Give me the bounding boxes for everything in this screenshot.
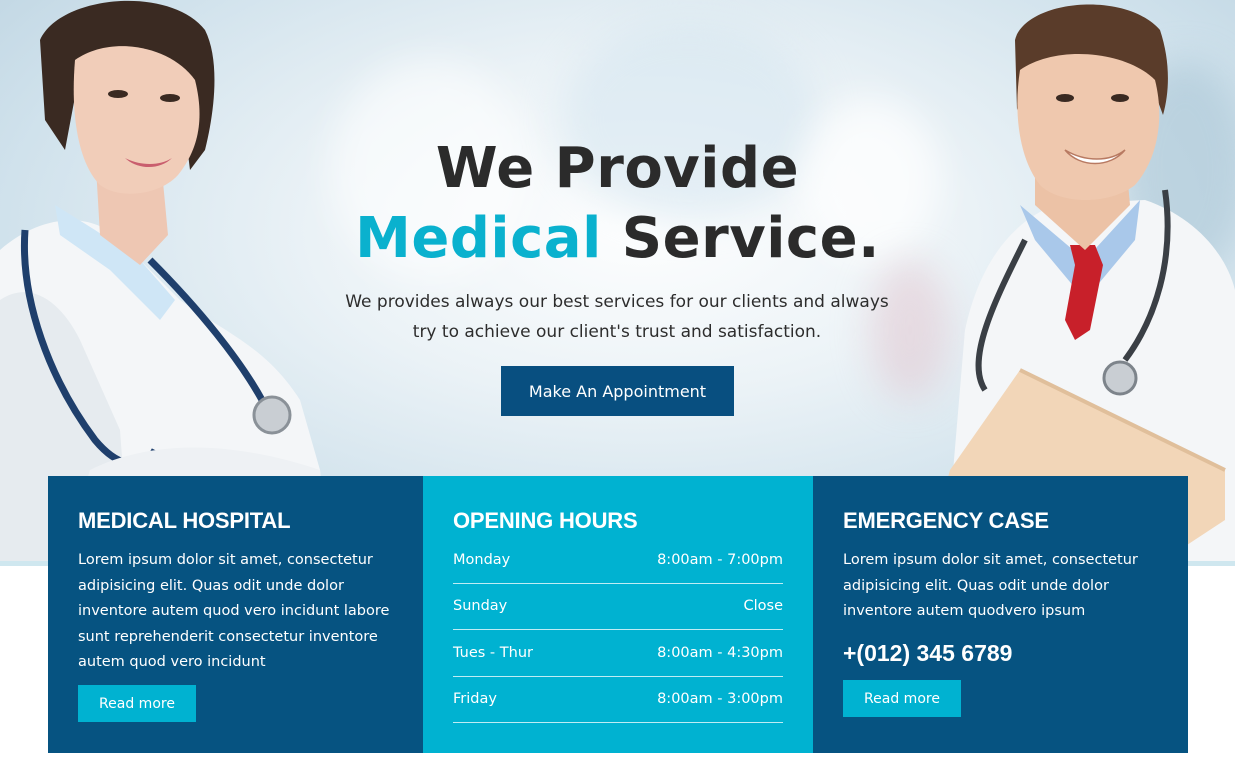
hours-row: Tues - Thur 8:00am - 4:30pm (453, 630, 783, 677)
panel-opening-hours: OPENING HOURS Monday 8:00am - 7:00pm Sun… (423, 476, 813, 753)
panel-text: Lorem ipsum dolor sit amet, consectetur … (78, 552, 390, 670)
panel-title: EMERGENCY CASE (843, 508, 1049, 533)
hours-time: 8:00am - 7:00pm (657, 551, 783, 568)
hours-time: 8:00am - 4:30pm (657, 644, 783, 661)
hero-title-accent: Medical (355, 206, 602, 271)
make-appointment-button[interactable]: Make An Appointment (501, 366, 734, 416)
hero-lead-line2: try to achieve our client's trust and sa… (412, 322, 822, 342)
panel-title: OPENING HOURS (453, 508, 638, 533)
hours-row: Friday 8:00am - 3:00pm (453, 677, 783, 723)
hours-time: Close (743, 598, 784, 615)
hero-lead-line1: We provides always our best services for… (345, 292, 889, 312)
hero-title-line2: Medical Service. (0, 207, 1235, 271)
panel-medical-hospital: MEDICAL HOSPITAL Lorem ipsum dolor sit a… (48, 476, 423, 753)
hero-title-line1: We Provide (0, 137, 1235, 201)
hero-title-rest: Service. (601, 206, 880, 271)
hours-row: Sunday Close (453, 584, 784, 630)
hours-day: Monday (453, 551, 511, 568)
emergency-phone[interactable]: +(012) 345 6789 (843, 640, 1012, 667)
hours-time: 8:00am - 3:00pm (657, 691, 783, 708)
hero-lead: We provides always our best services for… (317, 287, 917, 347)
hours-day: Sunday (453, 598, 508, 615)
read-more-button[interactable]: Read more (78, 685, 196, 722)
hero-title-text: We Provide (435, 136, 800, 201)
read-more-button[interactable]: Read more (843, 680, 961, 717)
panel-title: MEDICAL HOSPITAL (78, 508, 291, 533)
hours-day: Friday (453, 691, 497, 708)
hours-row: Monday 8:00am - 7:00pm (453, 537, 783, 584)
panel-text: Lorem ipsum dolor sit amet, consectetur … (843, 552, 1138, 619)
panel-emergency-case: EMERGENCY CASE Lorem ipsum dolor sit ame… (813, 476, 1188, 753)
hours-list: Monday 8:00am - 7:00pm Sunday Close Tues… (453, 537, 783, 723)
hours-day: Tues - Thur (453, 644, 533, 661)
